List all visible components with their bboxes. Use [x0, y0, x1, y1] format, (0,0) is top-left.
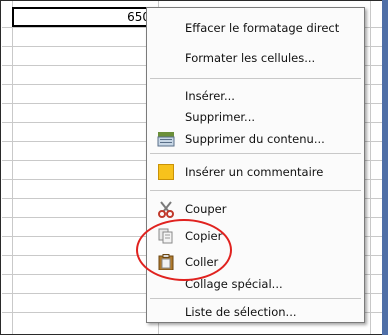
menu-item-delete[interactable]: Supprimer...	[147, 105, 364, 129]
menu-item-cut[interactable]: Couper	[147, 197, 364, 221]
menu-separator	[150, 153, 361, 154]
menu-item-label: Insérer...	[185, 89, 235, 103]
menu-separator	[150, 78, 361, 79]
delete-contents-icon	[157, 130, 175, 148]
menu-item-selection-list[interactable]: Liste de sélection...	[147, 300, 364, 324]
menu-separator	[150, 298, 361, 299]
menu-item-label: Supprimer...	[185, 110, 256, 124]
menu-item-label: Supprimer du contenu...	[185, 132, 325, 146]
menu-item-label: Liste de sélection...	[185, 305, 297, 319]
comment-icon	[157, 163, 175, 181]
menu-item-label: Couper	[185, 202, 227, 216]
menu-item-label: Insérer un commentaire	[185, 165, 324, 179]
menu-item-label: Effacer le formatage direct	[185, 21, 340, 35]
menu-item-clear-direct-formatting[interactable]: Effacer le formatage direct	[147, 16, 364, 40]
vertical-scrollbar[interactable]	[382, 0, 388, 335]
menu-item-format-cells[interactable]: Formater les cellules...	[147, 46, 364, 70]
menu-item-delete-contents[interactable]: Supprimer du contenu...	[147, 127, 364, 151]
scissors-icon	[157, 200, 175, 218]
menu-item-insert-comment[interactable]: Insérer un commentaire	[147, 160, 364, 184]
menu-item-label: Formater les cellules...	[185, 51, 316, 65]
menu-separator	[150, 190, 361, 191]
highlight-circle-annotation	[136, 219, 232, 281]
